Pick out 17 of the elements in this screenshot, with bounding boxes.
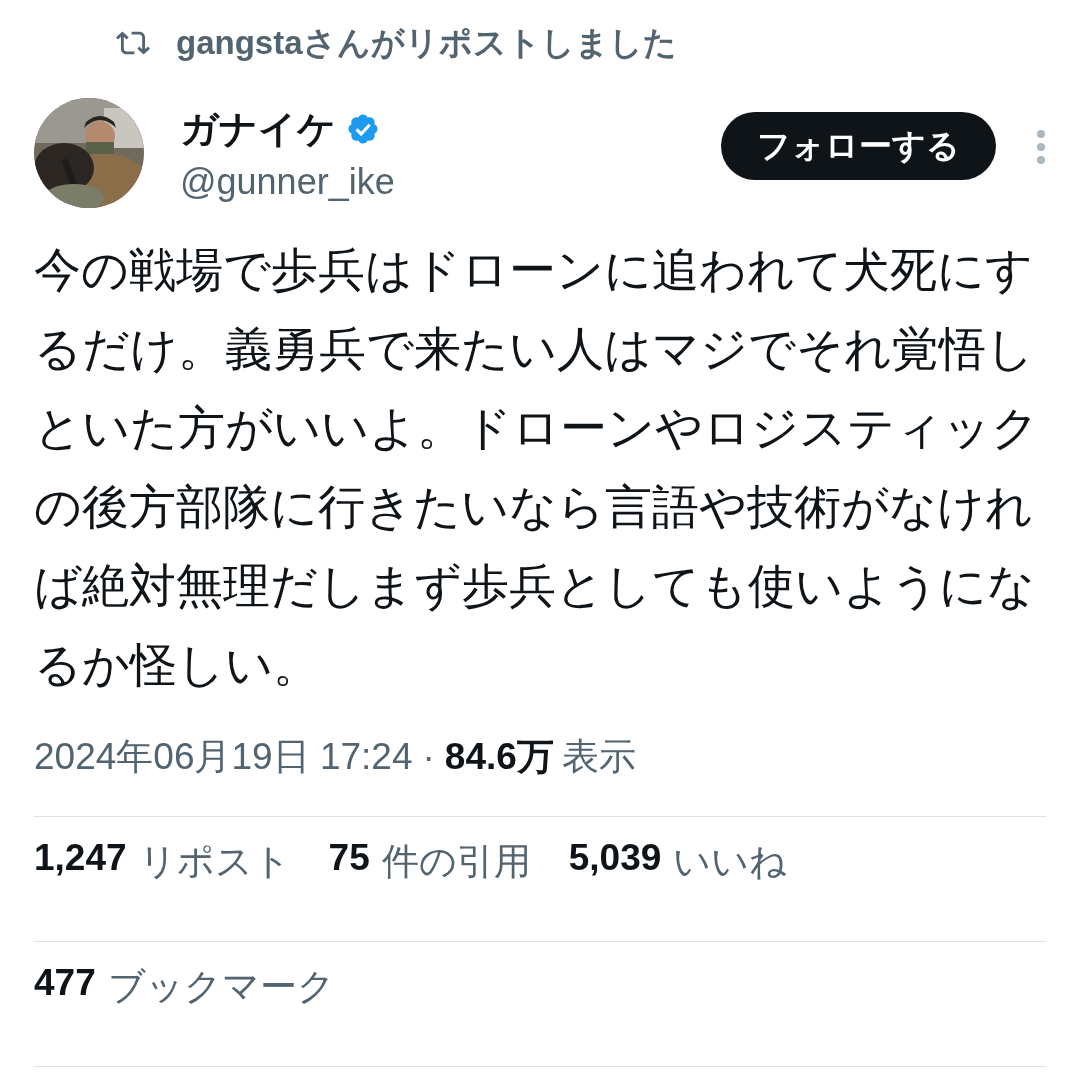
bookmark-label[interactable]: ブックマーク <box>107 962 335 1012</box>
follow-button[interactable]: フォローする <box>721 112 996 180</box>
timestamp[interactable]: 2024年06月19日 17:24 <box>34 732 413 782</box>
stat-label[interactable]: いいね <box>673 837 788 887</box>
repost-text[interactable]: gangstaさんがリポストしました <box>176 20 677 66</box>
separator-dot: · <box>422 736 435 778</box>
stat-count[interactable]: 75 <box>328 837 370 887</box>
stat-label[interactable]: リポスト <box>138 837 291 887</box>
stat-count[interactable]: 1,247 <box>34 837 127 887</box>
stat-count[interactable]: 5,039 <box>568 837 662 887</box>
author-name[interactable]: ガナイケ <box>180 103 336 155</box>
author-handle[interactable]: @gunner_ike <box>180 160 721 203</box>
tweet-text: 今の戦場で歩兵はドローンに追われて犬死にするだけ。義勇兵で来たい人はマジでそれ覚悟しといた方がいいよ。ドローンやロジスティックの後方部隊に行きたいなら言語や技術がなければ絶対無理だしまず歩兵としても使いようになるか怪しい。 <box>34 242 1040 693</box>
bookmark-count[interactable]: 477 <box>34 962 96 1012</box>
stat-label[interactable]: 件の引用 <box>381 837 531 887</box>
view-count: 84.6万 <box>444 735 554 779</box>
view-label: 表示 <box>561 735 636 779</box>
